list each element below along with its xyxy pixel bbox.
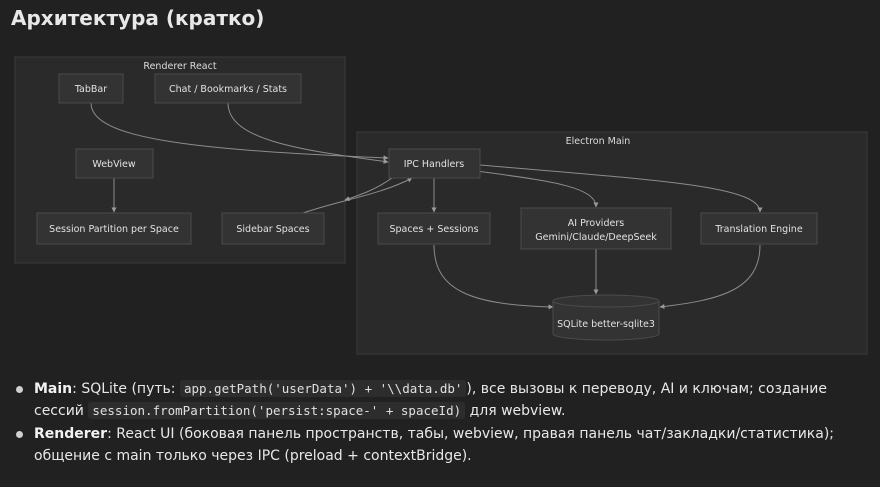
- node-chat-label: Chat / Bookmarks / Stats: [169, 84, 287, 95]
- bullet-renderer-label: Renderer: [34, 426, 108, 442]
- architecture-diagram: Renderer React Electron Main TabBar Chat…: [14, 56, 868, 355]
- node-tabbar: TabBar: [58, 73, 124, 104]
- node-translation-label: Translation Engine: [714, 224, 802, 235]
- list-item-renderer: Renderer: React UI (боковая панель прост…: [16, 423, 866, 467]
- code-userdata-path: app.getPath('userData') + '\\data.db': [179, 380, 467, 397]
- bullet-main-text-3: для webview.: [465, 403, 566, 419]
- node-sidebar-spaces: Sidebar Spaces: [221, 212, 325, 245]
- node-spaces-label: Spaces + Sessions: [389, 224, 478, 235]
- node-ipc-handlers: IPC Handlers: [388, 148, 481, 179]
- bullet-renderer-text: : React UI (боковая панель пространств, …: [34, 426, 835, 464]
- node-sqlite-label: SQLite better-sqlite3: [557, 319, 655, 330]
- node-sqlite-database: SQLite better-sqlite3: [552, 294, 660, 341]
- bullet-main-label: Main: [34, 381, 73, 397]
- node-webview: WebView: [75, 148, 154, 179]
- node-tabbar-label: TabBar: [74, 84, 107, 95]
- list-item-main: Main: SQLite (путь: app.getPath('userDat…: [16, 378, 866, 422]
- node-ipc-label: IPC Handlers: [404, 159, 465, 170]
- node-sidebar-label: Sidebar Spaces: [236, 224, 309, 235]
- notes-list: Main: SQLite (путь: app.getPath('userDat…: [16, 378, 866, 468]
- node-ai-label-1: AI Providers: [568, 218, 624, 229]
- node-spaces-sessions: Spaces + Sessions: [377, 212, 491, 245]
- node-ai-providers: AI Providers Gemini/Claude/DeepSeek: [520, 207, 672, 250]
- cluster-main-label: Electron Main: [566, 136, 631, 147]
- node-translation-engine: Translation Engine: [700, 212, 818, 245]
- node-webview-label: WebView: [92, 159, 135, 170]
- code-session-partition: session.fromPartition('persist:space-' +…: [88, 402, 466, 419]
- node-session-partition: Session Partition per Space: [36, 212, 192, 245]
- node-session-label: Session Partition per Space: [49, 224, 179, 235]
- node-ai-label-2: Gemini/Claude/DeepSeek: [535, 232, 657, 243]
- bullet-main-text-1: : SQLite (путь:: [72, 381, 180, 397]
- cluster-renderer-label: Renderer React: [143, 61, 216, 72]
- node-chat-bookmarks-stats: Chat / Bookmarks / Stats: [154, 73, 302, 104]
